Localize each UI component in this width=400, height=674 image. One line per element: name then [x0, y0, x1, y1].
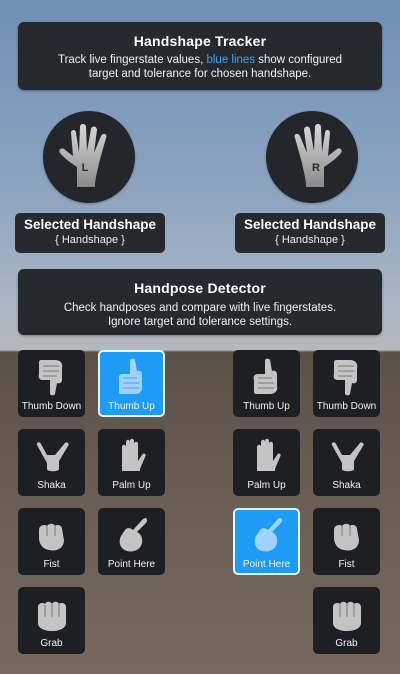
tracker-desc-blue-lines: blue lines	[206, 54, 256, 66]
pose-label: Grab	[335, 638, 358, 649]
pose-label: Thumb Down	[316, 401, 377, 412]
pose-tile-thumb-down-left[interactable]: Thumb Down	[18, 350, 85, 417]
pose-label: Palm Up	[112, 480, 151, 491]
tracker-description: Track live fingerstate values, blue line…	[18, 53, 382, 81]
pose-tile-palm-up-right[interactable]: Palm Up	[233, 429, 300, 496]
pose-label: Palm Up	[247, 480, 286, 491]
left-hand-button[interactable]: L	[43, 111, 135, 203]
palm-up-icon	[257, 438, 281, 471]
selected-handshape-value: { Handshape }	[55, 234, 125, 246]
open-hand-icon: L	[59, 124, 107, 187]
tracker-desc-pre: Track live fingerstate values,	[57, 54, 207, 66]
pose-label: Point Here	[107, 559, 156, 570]
right-hand-button[interactable]: R	[266, 111, 358, 203]
pose-tile-fist-right[interactable]: Fist	[313, 508, 380, 575]
pose-tile-thumb-up-left[interactable]: Thumb Up	[98, 350, 165, 417]
palm-up-icon	[122, 438, 146, 471]
pose-label: Point Here	[242, 559, 291, 570]
pose-tile-palm-up-left[interactable]: Palm Up	[98, 429, 165, 496]
pose-label: Thumb Down	[21, 401, 82, 412]
grab-icon	[38, 601, 66, 631]
pose-tile-point-here-right[interactable]: Point Here	[233, 508, 300, 575]
selected-handshape-title: Selected Handshape	[23, 217, 157, 232]
pose-tile-shaka-right[interactable]: Shaka	[313, 429, 380, 496]
pose-label: Shaka	[332, 480, 361, 491]
pose-tile-point-here-left[interactable]: Point Here	[98, 508, 165, 575]
detector-description: Check handposes and compare with live fi…	[18, 301, 382, 329]
thumb-down-icon	[38, 360, 63, 396]
pose-tile-grab-right[interactable]: Grab	[313, 587, 380, 654]
point-here-icon	[119, 518, 148, 552]
pose-label: Thumb Up	[243, 401, 290, 412]
open-hand-icon: R	[294, 124, 342, 187]
point-here-icon	[254, 518, 283, 552]
pose-label: Fist	[338, 559, 355, 570]
thumb-up-icon	[253, 358, 278, 394]
right-hand-letter: R	[312, 162, 320, 174]
grab-icon	[333, 601, 361, 631]
pose-tile-thumb-up-right[interactable]: Thumb Up	[233, 350, 300, 417]
detector-desc-line2: Ignore target and tolerance settings.	[107, 316, 293, 328]
tracker-title: Handshape Tracker	[133, 33, 267, 49]
selected-handshape-left: Selected Handshape { Handshape }	[15, 213, 165, 253]
handshape-tracker-panel: Handshape Tracker Track live fingerstate…	[18, 22, 382, 90]
shaka-icon	[36, 442, 69, 472]
pose-label: Grab	[40, 638, 63, 649]
selected-handshape-right: Selected Handshape { Handshape }	[235, 213, 385, 253]
handpose-detector-panel: Handpose Detector Check handposes and co…	[18, 269, 382, 335]
selected-handshape-title: Selected Handshape	[243, 217, 377, 232]
left-hand-letter: L	[82, 162, 89, 174]
pose-tile-thumb-down-right[interactable]: Thumb Down	[313, 350, 380, 417]
pose-tile-grab-left[interactable]: Grab	[18, 587, 85, 654]
pose-label: Shaka	[37, 480, 66, 491]
fist-icon	[39, 523, 64, 551]
selected-handshape-value: { Handshape }	[275, 234, 345, 246]
tracker-desc-line2: target and tolerance for chosen handshap…	[88, 68, 312, 80]
thumb-up-icon	[118, 358, 143, 394]
fist-icon	[334, 523, 359, 551]
pose-label: Fist	[43, 559, 60, 570]
thumb-down-icon	[333, 360, 358, 396]
shaka-icon	[331, 442, 364, 472]
detector-title: Handpose Detector	[134, 280, 266, 296]
pose-tile-fist-left[interactable]: Fist	[18, 508, 85, 575]
pose-tile-shaka-left[interactable]: Shaka	[18, 429, 85, 496]
detector-desc-line1: Check handposes and compare with live fi…	[63, 302, 337, 314]
tracker-desc-post: show configured	[255, 54, 343, 66]
pose-label: Thumb Up	[108, 401, 155, 412]
